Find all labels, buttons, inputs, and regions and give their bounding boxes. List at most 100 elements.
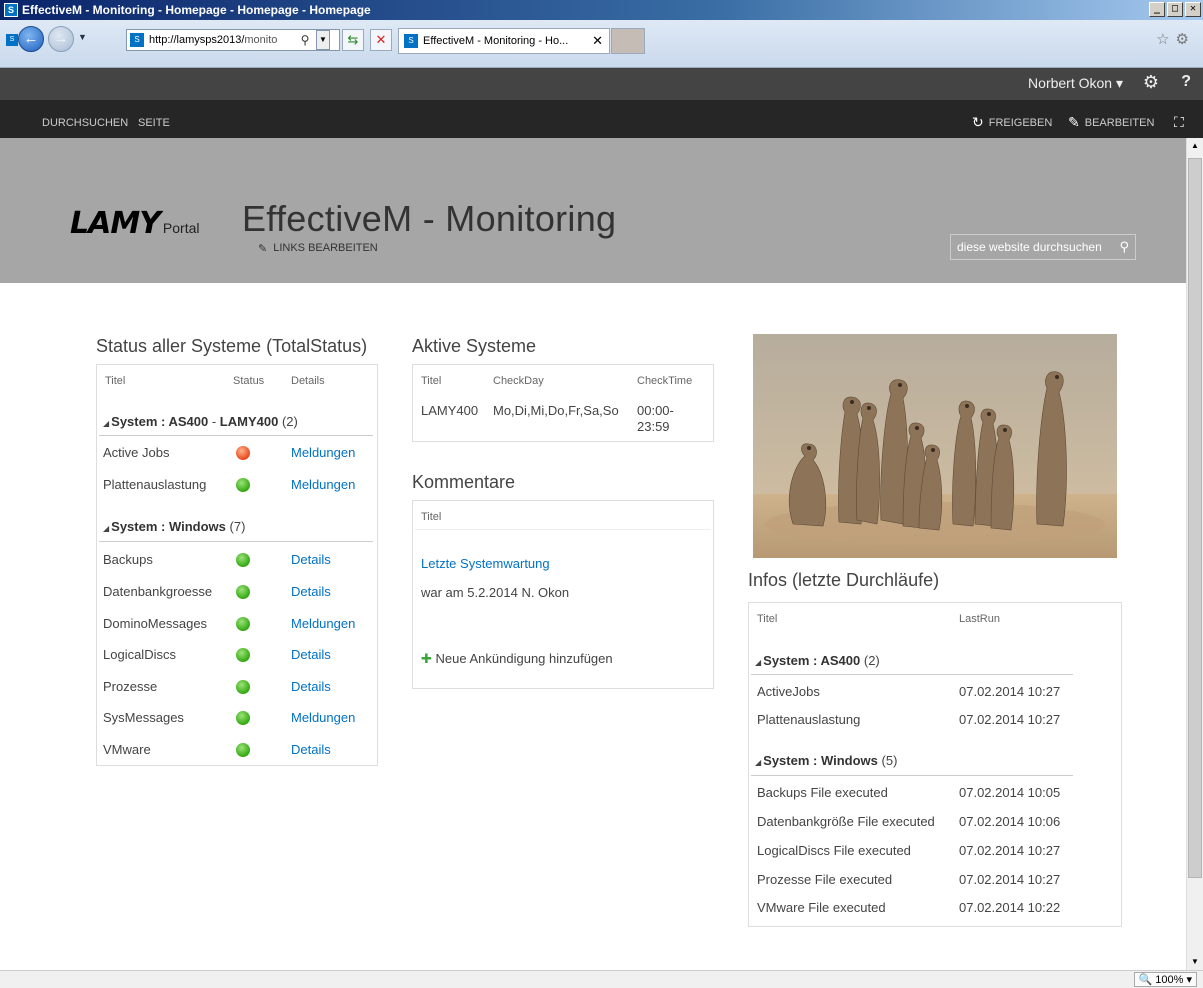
address-search-icon[interactable]: ⚲ [296,30,314,50]
details-link[interactable]: Details [291,647,331,662]
browser-status-bar: 🔍 100% ▾ [0,970,1203,988]
zoom-level[interactable]: 🔍 100% ▾ [1133,972,1197,987]
edit-links-button[interactable]: ✎ LINKS BEARBEITEN [258,242,378,255]
details-link[interactable]: Details [291,742,331,757]
share-button[interactable]: ↻ FREIGEBEN [972,114,1052,131]
site-search-input[interactable]: diese website durchsuchen ⚲ [950,234,1136,260]
announcement-title-link[interactable]: Letzte Systemwartung [421,556,550,571]
sharepoint-tab-icon: S [6,34,18,46]
details-link[interactable]: Details [291,584,331,599]
close-window-icon[interactable]: ✕ [1185,2,1201,17]
status-red-icon [236,446,250,460]
window-title-bar[interactable]: S EffectiveM - Monitoring - Homepage - H… [0,0,1203,20]
site-title[interactable]: EffectiveM - Monitoring [242,198,616,240]
edit-page-button[interactable]: ✎ BEARBEITEN [1068,114,1154,131]
tab-durchsuchen[interactable]: DURCHSUCHEN [42,117,128,129]
minimize-icon[interactable]: _ [1149,2,1165,17]
collapse-triangle-icon: ◢ [755,758,762,767]
scroll-up-icon[interactable]: ▲ [1187,138,1203,154]
collapse-triangle-icon: ◢ [103,524,110,533]
infos-part-title[interactable]: Infos (letzte Durchläufe) [748,570,939,591]
refresh-icon[interactable]: ⇆ [342,29,364,51]
column-header-checkday[interactable]: CheckDay [493,375,544,387]
group-header-as400[interactable]: ◢ System : AS400 - LAMY400 (2) [103,414,298,429]
column-header-lastrun[interactable]: LastRun [959,613,1000,625]
infos-part-box: Titel LastRun ◢ System : AS400 (2) Active… [748,602,1122,927]
group-header-as400[interactable]: ◢ System : AS400 (2) [755,653,880,668]
tools-gear-icon[interactable]: ⚙ [1176,31,1195,48]
collapse-triangle-icon: ◢ [755,658,762,667]
browser-tab[interactable]: S EffectiveM - Monitoring - Ho... ✕ [398,28,610,54]
window-controls: _ □ ✕ [1149,2,1201,17]
status-green-icon [236,743,250,757]
favorites-tools-icons: ☆⚙ [1156,30,1195,48]
status-green-icon [236,711,250,725]
column-header-titel[interactable]: Titel [421,511,441,523]
back-icon[interactable]: ← [18,26,44,52]
sharepoint-icon: S [4,3,18,17]
column-header-checktime[interactable]: CheckTime [637,375,692,387]
share-icon: ↻ [972,114,984,130]
meerkat-illustration [753,334,1117,558]
status-green-icon [236,553,250,567]
status-green-icon [236,478,250,492]
site-logo[interactable]: LAMY Portal [70,206,200,241]
status-green-icon [236,648,250,662]
new-tab-button[interactable] [611,28,645,54]
group-divider [751,674,1073,675]
active-part-title[interactable]: Aktive Systeme [412,336,536,357]
group-divider [99,435,373,436]
column-header-titel[interactable]: Titel [757,613,777,625]
window-title: EffectiveM - Monitoring - Homepage - Hom… [22,3,371,17]
scroll-thumb[interactable] [1188,158,1202,878]
column-header-status[interactable]: Status [233,375,264,387]
pencil-icon: ✎ [1068,114,1080,130]
group-header-windows[interactable]: ◢ System : Windows (7) [103,519,245,534]
active-part-box: Titel CheckDay CheckTime LAMY400 Mo,Di,M… [412,364,714,442]
column-header-details[interactable]: Details [291,375,325,387]
comments-part-title[interactable]: Kommentare [412,472,515,493]
header-divider [415,529,711,530]
help-icon[interactable]: ? [1181,73,1191,91]
status-part-title[interactable]: Status aller Systeme (TotalStatus) [96,336,367,357]
maximize-icon[interactable]: □ [1167,2,1183,17]
search-icon[interactable]: ⚲ [1119,235,1129,259]
pencil-icon: ✎ [258,243,268,255]
logo-main-text: LAMY [70,206,161,241]
column-header-titel[interactable]: Titel [105,375,125,387]
group-divider [99,541,373,542]
ribbon-bar: DURCHSUCHEN SEITE ↻ FREIGEBEN ✎ BEARBEIT… [0,100,1203,138]
group-divider [751,775,1073,776]
tab-seite[interactable]: SEITE [138,117,170,129]
favorites-star-icon[interactable]: ☆ [1156,31,1175,48]
details-link[interactable]: Details [291,552,331,567]
meldungen-link[interactable]: Meldungen [291,616,355,631]
meldungen-link[interactable]: Meldungen [291,445,355,460]
site-header: LAMY Portal EffectiveM - Monitoring ✎ LI… [0,138,1186,283]
scroll-down-icon[interactable]: ▼ [1187,954,1203,970]
logo-sub-text: Portal [162,220,200,236]
stop-icon[interactable]: ✕ [370,29,392,51]
tab-close-icon[interactable]: ✕ [592,29,603,53]
meldungen-link[interactable]: Meldungen [291,710,355,725]
group-header-windows[interactable]: ◢ System : Windows (5) [755,753,897,768]
history-dropdown-icon[interactable]: ▼ [78,32,87,42]
vertical-scrollbar[interactable]: ▲ ▼ [1186,138,1203,970]
browser-toolbar: ← → S ▼ S http://lamysps2013/monito ⚲ ▼ … [0,20,1203,68]
details-link[interactable]: Details [291,679,331,694]
focus-content-icon[interactable]: ⛶ [1174,114,1184,131]
settings-gear-icon[interactable]: ⚙ [1143,72,1159,93]
forward-icon[interactable]: → [48,26,74,52]
add-announcement-button[interactable]: ✚ Neue Ankündigung hinzufügen [421,651,613,667]
meldungen-link[interactable]: Meldungen [291,477,355,492]
status-green-icon [236,617,250,631]
announcement-body: war am 5.2.2014 N. Okon [421,585,570,600]
meerkat-photo [753,334,1117,558]
status-green-icon [236,680,250,694]
status-part-box: Titel Status Details ◢ System : AS400 - L… [96,364,378,766]
column-header-titel[interactable]: Titel [421,375,441,387]
collapse-triangle-icon: ◢ [103,419,110,428]
user-menu[interactable]: Norbert Okon ▾ [1028,75,1123,92]
plus-icon: ✚ [421,651,432,666]
address-dropdown-icon[interactable]: ▼ [316,30,330,50]
